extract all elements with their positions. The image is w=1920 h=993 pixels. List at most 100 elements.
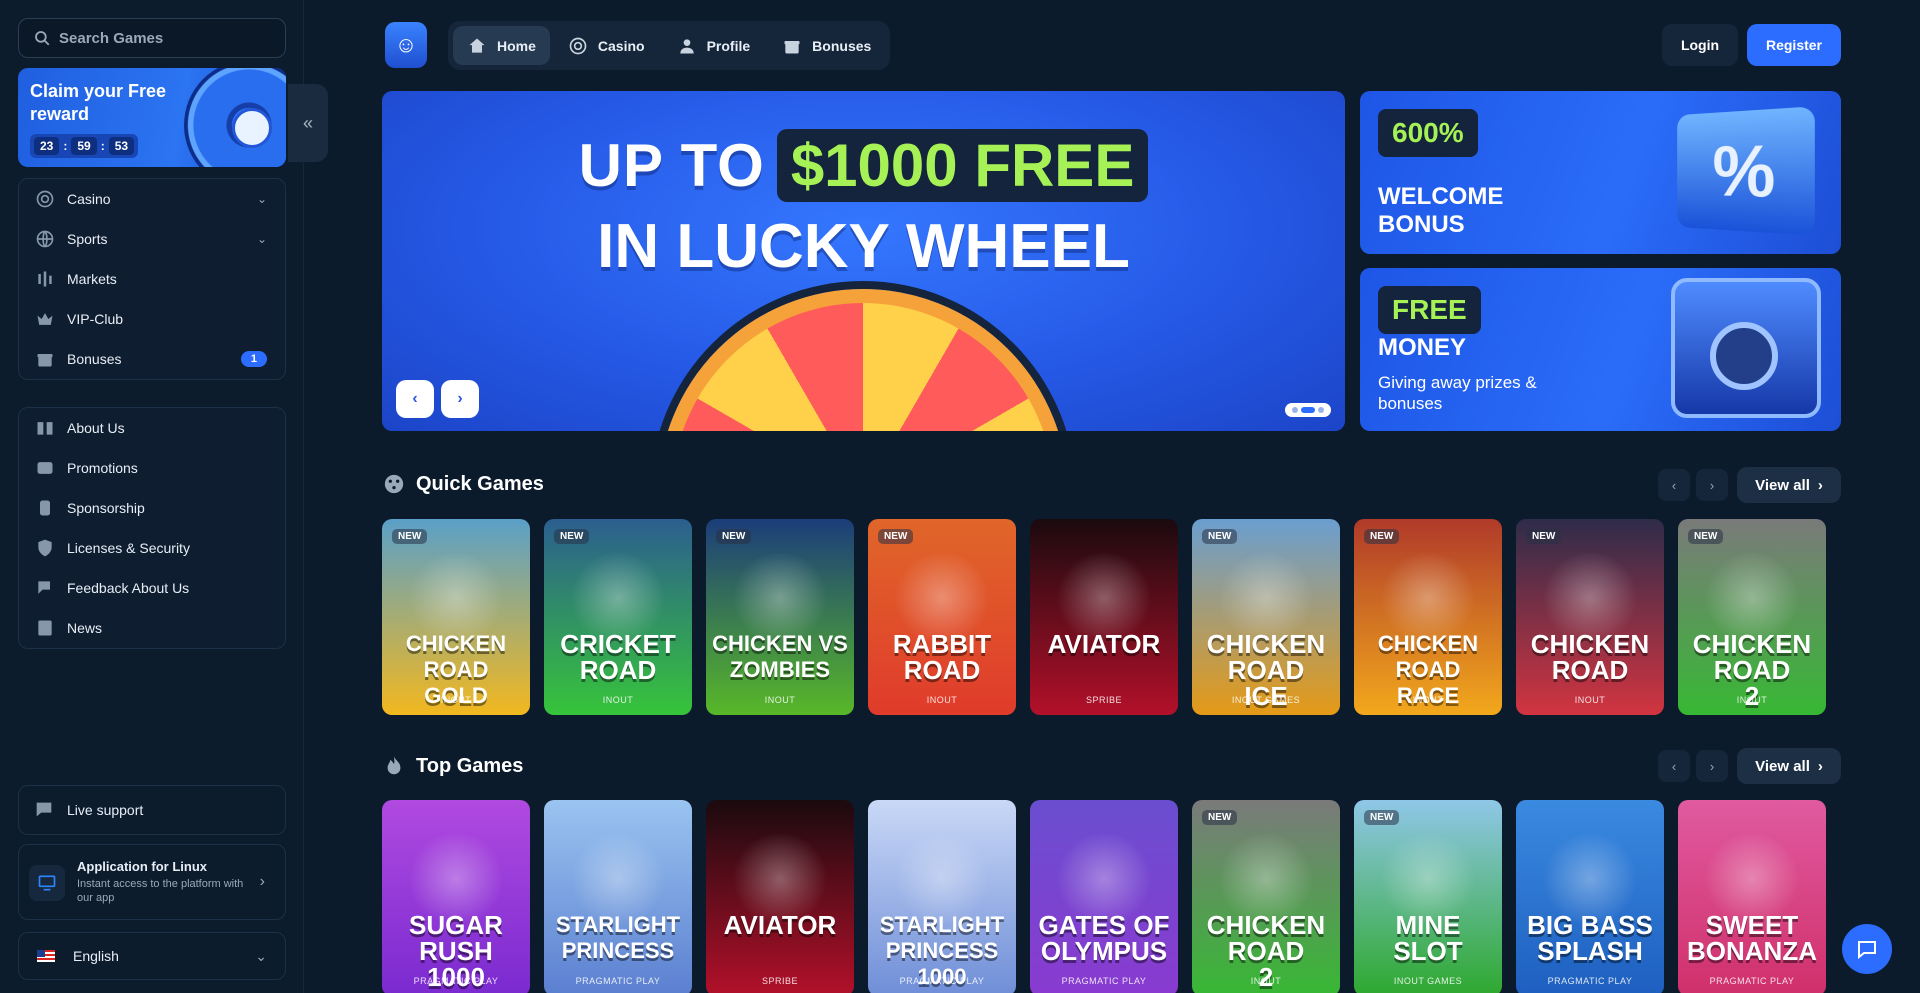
game-card[interactable]: GATES OF OLYMPUS PRAGMATIC PLAY [1030,800,1178,993]
sidebar-item-news[interactable]: News [19,608,285,648]
game-provider: INOUT [1574,695,1606,705]
game-title: SWEET BONANZA [1687,910,1817,966]
game-provider: PRAGMATIC PLAY [575,976,661,986]
quick-games-view-all-button[interactable]: View all › [1737,467,1841,503]
promo-welcome-bonus[interactable]: 600% WELCOME BONUS [1360,91,1841,254]
dice-icon [382,472,406,496]
game-artwork [730,553,830,643]
claim-reward-banner[interactable]: Claim your Free reward 23: 59: 53 [18,68,286,167]
sidebar-item-sports[interactable]: Sports ⌄ [19,219,285,259]
new-badge: NEW [878,529,914,544]
game-card[interactable]: NEW CHICKEN VS ZOMBIES INOUT [706,519,854,715]
chevron-right-icon: › [1709,758,1715,774]
live-support-button[interactable]: Live support [18,785,286,835]
tab-profile[interactable]: Profile [663,26,765,65]
new-badge: NEW [1202,810,1238,825]
hero-prev-button[interactable]: ‹ [396,380,434,418]
game-title: AVIATOR [1047,629,1161,659]
site-logo[interactable]: ☺ [385,22,427,68]
carousel-indicator[interactable] [1285,403,1331,417]
game-card[interactable]: NEW CRICKET ROAD INOUT [544,519,692,715]
sidebar-item-label: Markets [67,271,117,287]
sidebar-item-vip-club[interactable]: VIP-Club [19,299,285,339]
linux-app-banner[interactable]: Application for Linux Instant access to … [18,844,286,920]
chevron-down-icon[interactable]: ⌄ [257,232,267,246]
carousel-dot[interactable] [1292,407,1298,413]
sidebar-item-about-us[interactable]: About Us [19,408,285,448]
login-button[interactable]: Login [1662,24,1738,66]
top-games-view-all-button[interactable]: View all › [1737,748,1841,784]
promo-tag: FREE [1378,286,1481,334]
tab-label: Profile [706,37,751,54]
game-artwork [892,834,992,924]
collapse-sidebar-button[interactable]: « [288,84,328,162]
sidebar-item-casino[interactable]: Casino ⌄ [19,179,285,219]
game-card[interactable]: NEW MINE SLOT INOUT GAMES [1354,800,1502,993]
top-games-prev-button[interactable]: ‹ [1658,750,1690,782]
tab-bonuses[interactable]: Bonuses [768,26,885,65]
casino-chip-icon [35,189,55,209]
hero-banner[interactable]: UP TO $1000 FREE IN LUCKY WHEEL [382,91,1345,431]
game-card[interactable]: SWEET BONANZA PRAGMATIC PLAY [1678,800,1826,993]
game-card[interactable]: STARLIGHT PRINCESS 1000 PRAGMATIC PLAY [868,800,1016,993]
tab-home[interactable]: Home [453,26,550,65]
ticket-icon [35,458,55,478]
game-provider: INOUT [1250,976,1282,986]
carousel-dot[interactable] [1301,407,1315,413]
tab-casino[interactable]: Casino [554,26,659,65]
game-card[interactable]: NEW RABBIT ROAD INOUT [868,519,1016,715]
game-card[interactable]: NEW CHICKEN ROAD GOLD INOUT [382,519,530,715]
quick-games-row: NEW CHICKEN ROAD GOLD INOUT NEW CRICKET ROAD… [382,519,1842,715]
chevron-left-icon: ‹ [1671,477,1677,493]
us-flag-icon [37,950,55,962]
game-provider: SPRIBE [1085,695,1122,705]
chat-widget-button[interactable] [1842,924,1892,974]
register-button[interactable]: Register [1747,24,1841,66]
sidebar-item-sponsorship[interactable]: Sponsorship [19,488,285,528]
game-provider: PRAGMATIC PLAY [1061,976,1147,986]
game-provider: INOUT GAMES [1231,695,1301,705]
game-card[interactable]: AVIATOR SPRIBE [706,800,854,993]
game-provider: INOUT GAMES [1393,976,1463,986]
game-card[interactable]: STARLIGHT PRINCESS PRAGMATIC PLAY [544,800,692,993]
promo-subtitle: Giving away prizes & bonuses [1378,373,1537,413]
game-card[interactable]: NEW CHICKEN ROAD RACE INOUT [1354,519,1502,715]
claim-title: Claim your Free reward [30,81,167,124]
search-input[interactable] [59,29,259,47]
carousel-dot[interactable] [1318,407,1324,413]
quick-games-next-button[interactable]: › [1696,469,1728,501]
game-card[interactable]: NEW CHICKEN ROAD INOUT [1516,519,1664,715]
game-card[interactable]: AVIATOR SPRIBE [1030,519,1178,715]
sidebar-item-licenses-security[interactable]: Licenses & Security [19,528,285,568]
shield-icon [35,538,55,558]
sidebar-item-label: Promotions [67,460,138,476]
search-box[interactable] [18,18,286,58]
chevron-right-icon: › [1817,757,1823,775]
bonuses-count-badge: 1 [240,351,267,367]
language-selector[interactable]: English ⌄ [18,932,286,980]
sidebar-item-label: Casino [67,191,111,207]
sidebar-item-bonuses[interactable]: Bonuses 1 [19,339,285,379]
game-card[interactable]: NEW CHICKEN ROAD ICE INOUT GAMES [1192,519,1340,715]
chevron-right-icon: › [1817,476,1823,494]
sidebar-item-promotions[interactable]: Promotions [19,448,285,488]
promo-free-money[interactable]: FREE MONEY Giving away prizes & bonuses [1360,268,1841,431]
hero-next-button[interactable]: › [441,380,479,418]
game-artwork [568,834,668,924]
game-card[interactable]: NEW CHICKEN ROAD 2 INOUT [1678,519,1826,715]
flame-icon [382,754,406,778]
game-card[interactable]: SUGAR RUSH 1000 PRAGMATIC PLAY [382,800,530,993]
game-card[interactable]: BIG BASS SPLASH PRAGMATIC PLAY [1516,800,1664,993]
top-games-next-button[interactable]: › [1696,750,1728,782]
sidebar-item-label: Sports [67,231,108,247]
game-provider: INOUT [1412,695,1444,705]
sidebar-item-label: Bonuses [67,351,122,367]
game-card[interactable]: NEW CHICKEN ROAD 2 INOUT [1192,800,1340,993]
sidebar-item-markets[interactable]: Markets [19,259,285,299]
chevron-down-icon[interactable]: ⌄ [257,192,267,206]
timer-separator: : [63,139,68,153]
quick-games-prev-button[interactable]: ‹ [1658,469,1690,501]
sidebar-item-feedback[interactable]: Feedback About Us [19,568,285,608]
double-chevron-left-icon: « [302,112,313,133]
medal-icon [35,498,55,518]
